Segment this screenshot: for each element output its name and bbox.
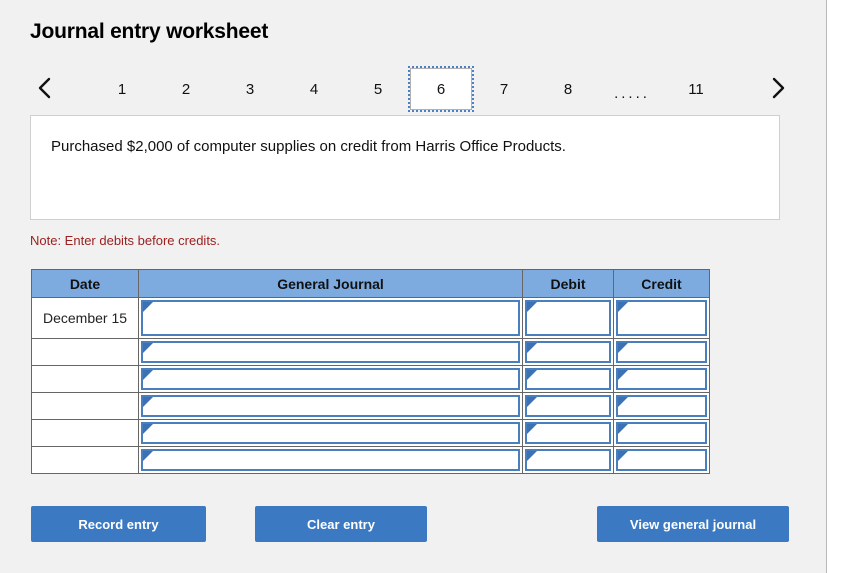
cell-date-2 (31, 338, 139, 366)
cell-credit-4 (613, 392, 710, 420)
cell-general-journal-6 (138, 446, 523, 474)
table-row (31, 446, 710, 474)
table-row (31, 338, 710, 366)
debit-input-6[interactable] (525, 449, 611, 471)
cell-debit-2 (522, 338, 614, 366)
cell-credit-2 (613, 338, 710, 366)
pagination-page-7[interactable]: 7 (472, 70, 536, 108)
general-journal-input-2[interactable] (141, 341, 520, 363)
general-journal-input-6[interactable] (141, 449, 520, 471)
pagination-ellipsis: ..... (614, 85, 650, 102)
cell-debit-4 (522, 392, 614, 420)
table-header-row: Date General Journal Debit Credit (31, 269, 710, 298)
table-row (31, 365, 710, 393)
general-journal-input-1[interactable] (141, 300, 520, 336)
pagination-next-button[interactable] (763, 71, 793, 105)
pagination-prev-button[interactable] (30, 71, 60, 105)
record-entry-button[interactable]: Record entry (31, 506, 206, 542)
journal-entry-worksheet-panel: Journal entry worksheet 1 2 3 4 5 6 7 8 (0, 0, 827, 573)
pagination-page-2[interactable]: 2 (154, 70, 218, 108)
journal-entry-table: Date General Journal Debit Credit Decemb… (31, 269, 710, 474)
cell-date-6 (31, 446, 139, 474)
credit-input-4[interactable] (616, 395, 707, 417)
table-row (31, 392, 710, 420)
pagination-page-8[interactable]: 8 (536, 70, 600, 108)
page-title: Journal entry worksheet (30, 20, 269, 43)
credit-input-1[interactable] (616, 300, 707, 336)
cell-credit-3 (613, 365, 710, 393)
chevron-right-icon (770, 76, 786, 100)
worksheet-pagination: 1 2 3 4 5 6 7 8 ..... 11 (28, 63, 793, 115)
cell-general-journal-2 (138, 338, 523, 366)
debit-input-5[interactable] (525, 422, 611, 444)
pagination-page-list: 1 2 3 4 5 6 7 8 ..... 11 (90, 63, 728, 115)
table-row: December 15 (31, 297, 710, 339)
column-header-credit: Credit (613, 269, 710, 298)
transaction-description-text: Purchased $2,000 of computer supplies on… (51, 138, 566, 155)
cell-credit-1 (613, 297, 710, 339)
chevron-left-icon (37, 76, 53, 100)
pagination-page-1[interactable]: 1 (90, 70, 154, 108)
pagination-page-5[interactable]: 5 (346, 70, 410, 108)
cell-date-4 (31, 392, 139, 420)
credit-input-5[interactable] (616, 422, 707, 444)
pagination-page-6-selected[interactable]: 6 (408, 66, 474, 112)
cell-date-5 (31, 419, 139, 447)
cell-general-journal-3 (138, 365, 523, 393)
cell-debit-3 (522, 365, 614, 393)
column-header-general-journal: General Journal (138, 269, 523, 298)
debits-before-credits-note: Note: Enter debits before credits. (30, 233, 221, 248)
credit-input-2[interactable] (616, 341, 707, 363)
general-journal-input-5[interactable] (141, 422, 520, 444)
cell-date-1: December 15 (31, 297, 139, 339)
cell-debit-6 (522, 446, 614, 474)
general-journal-input-3[interactable] (141, 368, 520, 390)
cell-credit-6 (613, 446, 710, 474)
view-general-journal-button[interactable]: View general journal (597, 506, 789, 542)
clear-entry-button[interactable]: Clear entry (255, 506, 427, 542)
table-row (31, 419, 710, 447)
pagination-page-4[interactable]: 4 (282, 70, 346, 108)
cell-debit-1 (522, 297, 614, 339)
debit-input-4[interactable] (525, 395, 611, 417)
pagination-page-11[interactable]: 11 (664, 70, 728, 108)
general-journal-input-4[interactable] (141, 395, 520, 417)
column-header-date: Date (31, 269, 139, 298)
transaction-description-box: Purchased $2,000 of computer supplies on… (30, 115, 780, 220)
cell-credit-5 (613, 419, 710, 447)
cell-date-3 (31, 365, 139, 393)
cell-general-journal-5 (138, 419, 523, 447)
credit-input-6[interactable] (616, 449, 707, 471)
cell-general-journal-1 (138, 297, 523, 339)
credit-input-3[interactable] (616, 368, 707, 390)
cell-general-journal-4 (138, 392, 523, 420)
pagination-page-3[interactable]: 3 (218, 70, 282, 108)
debit-input-2[interactable] (525, 341, 611, 363)
column-header-debit: Debit (522, 269, 614, 298)
debit-input-1[interactable] (525, 300, 611, 336)
debit-input-3[interactable] (525, 368, 611, 390)
cell-debit-5 (522, 419, 614, 447)
